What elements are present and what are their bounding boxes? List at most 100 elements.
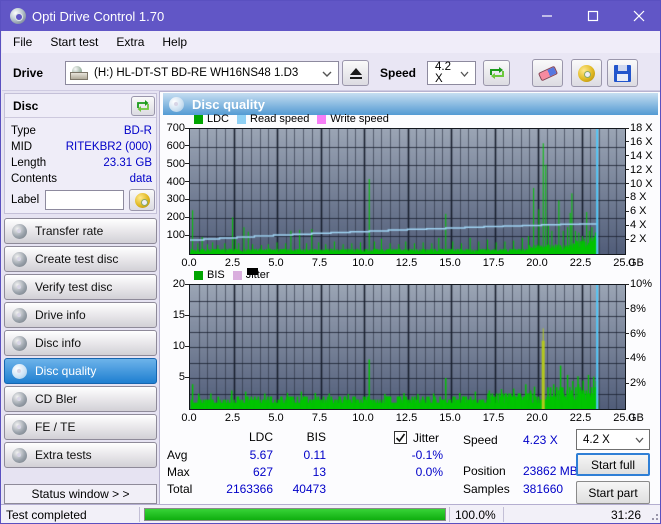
sidebar-item-create-test-disc[interactable]: Create test disc — [4, 246, 157, 272]
sidebar-item-label: Verify test disc — [35, 280, 112, 294]
y-tick-mark — [185, 217, 189, 218]
menu-bar: FileStart testExtraHelp — [2, 31, 661, 53]
jitter-checkbox[interactable] — [394, 431, 407, 444]
sidebar-item-label: Disc info — [35, 336, 81, 350]
y2-tick-label: 8 X — [630, 191, 647, 203]
mouse-cursor-artifact — [247, 268, 258, 275]
y2-tick-mark — [625, 155, 629, 156]
y-tick-label: 5 — [157, 371, 185, 383]
legend-swatch — [317, 115, 326, 124]
menu-item-start-test[interactable]: Start test — [41, 32, 107, 52]
start-part-button[interactable]: Start part — [576, 481, 650, 504]
disc-panel-title: Disc — [13, 99, 38, 113]
y-tick-mark — [185, 377, 189, 378]
samples-value: 381660 — [523, 482, 563, 496]
y-tick-label: 15 — [157, 309, 185, 321]
legend-swatch — [194, 115, 203, 124]
x-unit-label: GB — [628, 257, 644, 269]
y2-tick-label: 18 X — [630, 122, 653, 134]
x-tick-label: 7.5 — [302, 257, 338, 269]
x-tick-label: 12.5 — [389, 257, 425, 269]
sidebar-item-disc-info[interactable]: Disc info — [4, 330, 157, 356]
speed-label: Speed — [380, 66, 416, 80]
y2-tick-label: 10 X — [630, 178, 653, 190]
y-tick-label: 600 — [157, 140, 185, 152]
y2-tick-mark — [625, 239, 629, 240]
legend-label: LDC — [207, 113, 229, 125]
sidebar-item-label: Transfer rate — [35, 224, 103, 238]
label-input[interactable] — [45, 190, 124, 210]
quality-speed-select[interactable]: 4.2 X — [576, 429, 650, 450]
burn-disc-icon — [578, 65, 595, 82]
disc-icon — [12, 392, 27, 407]
panel-header: Disc quality — [163, 93, 658, 115]
menu-item-file[interactable]: File — [4, 32, 41, 52]
title-bar[interactable]: Opti Drive Control 1.70 — [1, 1, 660, 31]
refresh-speed-button[interactable] — [483, 60, 510, 86]
status-bar: Test completed 100.0% 31:26 — [1, 504, 660, 523]
y-tick-mark — [185, 346, 189, 347]
write-label-button[interactable] — [129, 189, 155, 211]
stats-row-label: Avg — [167, 448, 187, 462]
progress-fill — [145, 509, 445, 520]
maximize-button[interactable] — [570, 1, 616, 31]
y-tick-label: 200 — [157, 211, 185, 223]
status-window-button[interactable]: Status window > > — [4, 484, 157, 504]
y2-tick-mark — [625, 284, 629, 285]
x-tick-label: 17.5 — [476, 412, 512, 424]
bis-chart-legend: BISJitter — [194, 269, 270, 281]
sidebar-item-label: CD Bler — [35, 392, 77, 406]
menu-item-extra[interactable]: Extra — [107, 32, 153, 52]
y-tick-label: 100 — [157, 229, 185, 241]
disc-icon — [12, 448, 27, 463]
close-button[interactable] — [616, 1, 661, 31]
sidebar-item-drive-info[interactable]: Drive info — [4, 302, 157, 328]
speed-stat-label: Speed — [463, 433, 498, 447]
sidebar-item-fe-te[interactable]: FE / TE — [4, 414, 157, 440]
x-tick-label: 17.5 — [476, 257, 512, 269]
check-icon — [395, 432, 406, 443]
minimize-button[interactable] — [524, 1, 570, 31]
sidebar-item-label: Disc quality — [35, 364, 96, 378]
refresh-disc-button[interactable] — [131, 96, 155, 116]
menu-item-help[interactable]: Help — [153, 32, 196, 52]
x-tick-label: 20.0 — [519, 412, 555, 424]
legend-label: Read speed — [250, 113, 309, 125]
disc-info-panel: Disc TypeBD-RMIDRITEKBR2 (000)Length23.3… — [4, 93, 157, 214]
start-part-label: Start part — [588, 486, 637, 500]
y2-tick-mark — [625, 358, 629, 359]
x-tick-label: 12.5 — [389, 412, 425, 424]
chevron-down-icon — [322, 66, 338, 80]
disc-field-value: 23.31 GB — [103, 157, 152, 169]
burn-disc-button[interactable] — [571, 59, 602, 87]
stats-col-bis: BIS — [281, 430, 326, 444]
drive-select[interactable]: (H:) HL-DT-ST BD-RE WH16NS48 1.D3 — [65, 61, 339, 85]
sidebar-item-transfer-rate[interactable]: Transfer rate — [4, 218, 157, 244]
start-full-button[interactable]: Start full — [576, 453, 650, 476]
sidebar-item-verify-test-disc[interactable]: Verify test disc — [4, 274, 157, 300]
y-tick-mark — [185, 284, 189, 285]
erase-disc-button[interactable] — [532, 59, 563, 87]
y-tick-label: 300 — [157, 193, 185, 205]
disc-icon — [12, 280, 27, 295]
x-tick-label: 22.5 — [563, 257, 599, 269]
eject-button[interactable] — [342, 60, 369, 86]
y-tick-mark — [185, 128, 189, 129]
jitter-label: Jitter — [413, 431, 439, 445]
y2-tick-label: 12 X — [630, 164, 653, 176]
progress-bar — [144, 508, 446, 521]
x-tick-label: 10.0 — [345, 412, 381, 424]
speed-select-value: 4.2 X — [435, 61, 460, 85]
drive-label: Drive — [13, 66, 43, 80]
sidebar-item-extra-tests[interactable]: Extra tests — [4, 442, 157, 468]
y2-tick-mark — [625, 197, 629, 198]
y2-tick-mark — [625, 183, 629, 184]
sidebar-item-cd-bler[interactable]: CD Bler — [4, 386, 157, 412]
speed-select[interactable]: 4.2 X — [427, 61, 476, 85]
sidebar-item-disc-quality[interactable]: Disc quality — [4, 358, 157, 384]
disc-field-value: RITEKBR2 (000) — [66, 141, 152, 153]
y-tick-mark — [185, 181, 189, 182]
speed-stat-value: 4.23 X — [523, 433, 558, 447]
save-button[interactable] — [607, 59, 638, 87]
resize-grip[interactable] — [648, 510, 658, 520]
